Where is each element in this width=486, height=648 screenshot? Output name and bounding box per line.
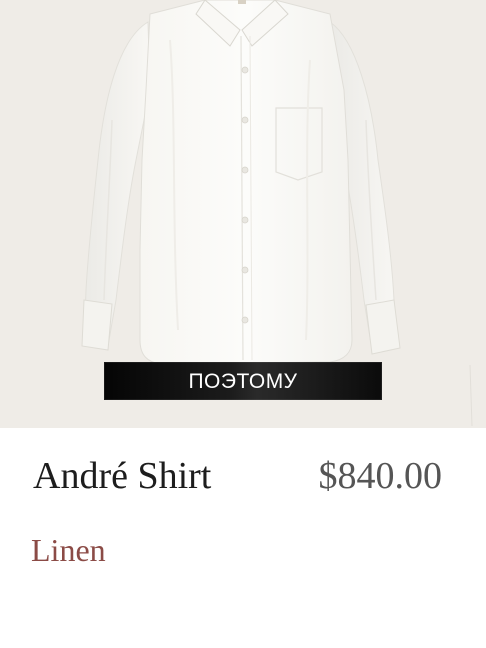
product-title-row: André Shirt $840.00 [33,455,443,498]
collection-badge-label: ПОЭТОМУ [188,369,298,393]
product-price: $840.00 [318,455,443,497]
collection-badge: ПОЭТОМУ [104,362,382,400]
product-name[interactable]: André Shirt [33,455,211,498]
product-card[interactable]: ПОЭТОМУ André Shirt $840.00 Linen [0,0,486,648]
product-image[interactable]: ПОЭТОМУ [0,0,486,428]
product-material: Linen [31,532,106,568]
